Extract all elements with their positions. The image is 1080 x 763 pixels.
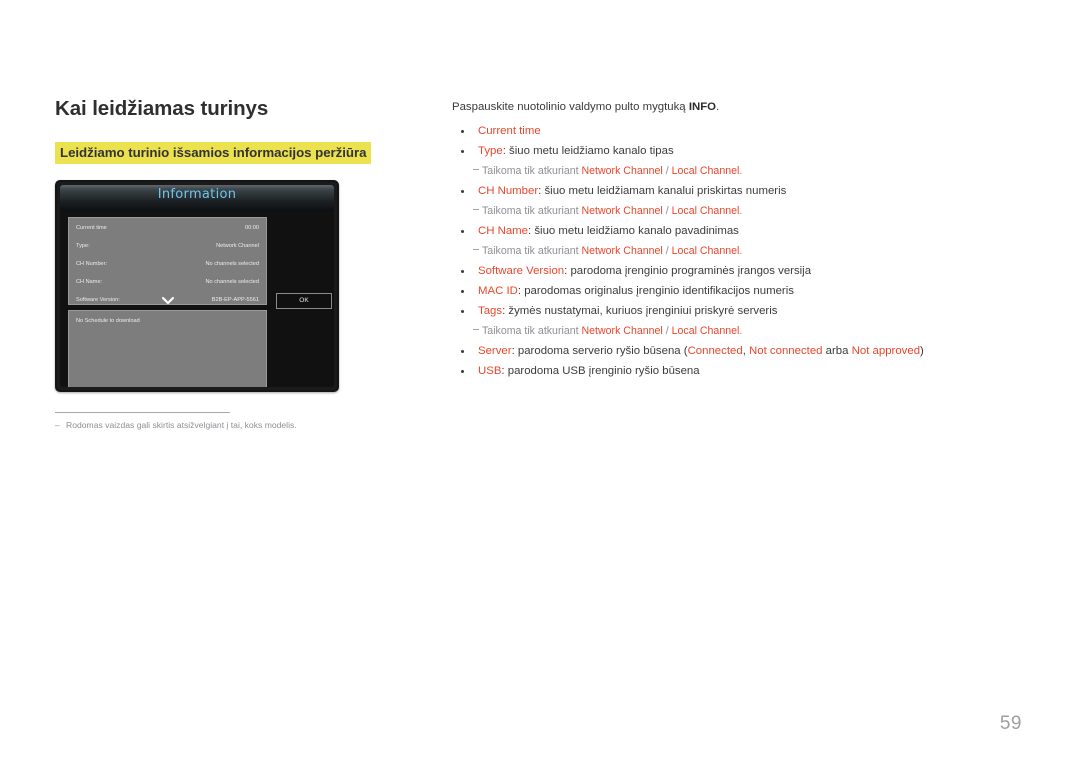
list-item-mac-id: MAC ID: parodomas originalus įrenginio i…: [452, 281, 1012, 301]
list-item-current-time: Current time: [452, 121, 1012, 141]
information-window-titlebar: Information: [60, 185, 334, 213]
note-local-channel: Local Channel: [671, 165, 740, 178]
status-badge-not-approved: Not approved: [851, 345, 921, 358]
schedule-panel: No Schedule to download: [68, 310, 267, 388]
note-applies-to-channels: Taikoma tik atkuriant Network Channel / …: [452, 201, 1012, 221]
item-label: Server: [478, 345, 512, 358]
intro-text-post: .: [716, 101, 720, 113]
info-key-name: INFO: [688, 101, 717, 113]
info-row-label: Software Version:: [76, 297, 120, 304]
right-column: Paspauskite nuotolinio valdymo pulto myg…: [452, 99, 1012, 381]
note-local-channel: Local Channel: [671, 205, 740, 218]
note-separator: /: [662, 325, 672, 338]
list-item-server: Server: parodoma serverio ryšio būsena (…: [452, 341, 1012, 361]
item-label: USB: [478, 365, 502, 378]
item-description: : parodoma įrenginio programinės įrangos…: [564, 265, 812, 278]
info-items-list: Current time Type: šiuo metu leidžiamo k…: [452, 121, 1012, 381]
list-item-type: Type: šiuo metu leidžiamo kanalo tipas: [452, 141, 1012, 161]
footnote-block: – Rodomas vaizdas gali skirtis atsižvelgi…: [55, 412, 335, 432]
section-subtitle: Leidžiamo turinio išsamios informacijos …: [55, 141, 372, 165]
footnote-text: – Rodomas vaizdas gali skirtis atsižvelgi…: [55, 420, 335, 432]
footnote-dash: –: [55, 420, 60, 431]
list-item-ch-name: CH Name: šiuo metu leidžiamo kanalo pava…: [452, 221, 1012, 241]
note-network-channel: Network Channel: [581, 325, 663, 338]
item-description: : parodoma USB įrenginio ryšio būsena: [501, 365, 700, 378]
note-prefix: Taikoma tik atkuriant: [482, 205, 582, 218]
item-description: : šiuo metu leidžiamo kanalo pavadinimas: [528, 225, 739, 238]
note-prefix: Taikoma tik atkuriant: [482, 245, 582, 258]
section-subtitle-wrapper: Leidžiamo turinio išsamios informacijos …: [55, 141, 425, 165]
info-row: CH Name: No channels selected: [76, 274, 259, 290]
note-local-channel: Local Channel: [671, 325, 740, 338]
tv-screen-illustration: Information Current time 00:00 Type: Net…: [55, 180, 339, 393]
note-period: .: [739, 165, 743, 178]
schedule-status-text: No Schedule to download: [76, 318, 140, 325]
list-item-usb: USB: parodoma USB įrenginio ryšio būsena: [452, 361, 1012, 381]
information-window-body: Current time 00:00 Type: Network Channel…: [60, 211, 334, 388]
item-label: CH Name: [478, 225, 529, 238]
note-network-channel: Network Channel: [581, 245, 663, 258]
list-item-ch-number: CH Number: šiuo metu leidžiamam kanalui …: [452, 181, 1012, 201]
item-description: : šiuo metu leidžiamo kanalo tipas: [502, 145, 674, 158]
note-prefix: Taikoma tik atkuriant: [482, 325, 582, 338]
status-badge-not-connected: Not connected: [749, 345, 823, 358]
info-row-value: B2B-EP-APP-5561: [211, 297, 259, 304]
info-row-label: CH Name:: [76, 279, 103, 286]
info-row-value: No channels selected: [205, 261, 260, 268]
list-item-tags: Tags: žymės nustatymai, kuriuos įrengini…: [452, 301, 1012, 321]
note-applies-to-channels: Taikoma tik atkuriant Network Channel / …: [452, 321, 1012, 341]
note-separator: /: [662, 205, 672, 218]
info-row: CH Number: No channels selected: [76, 256, 259, 272]
list-item-software-version: Software Version: parodoma įrenginio pro…: [452, 261, 1012, 281]
left-column: Kai leidžiamas turinys Leidžiamo turinio…: [55, 96, 425, 432]
note-separator: /: [662, 165, 672, 178]
info-row: Type: Network Channel: [76, 238, 259, 254]
item-description-post: ): [920, 345, 924, 358]
item-description: : šiuo metu leidžiamam kanalui priskirta…: [538, 185, 787, 198]
information-detail-panel: Current time 00:00 Type: Network Channel…: [68, 217, 267, 306]
info-row: Current time 00:00: [76, 220, 259, 236]
note-network-channel: Network Channel: [581, 165, 663, 178]
item-description: : žymės nustatymai, kuriuos įrenginiui p…: [502, 305, 778, 318]
info-row-value: Network Channel: [216, 243, 259, 250]
intro-text-pre: Paspauskite nuotolinio valdymo pulto myg…: [452, 101, 689, 113]
footnote-divider: [55, 412, 230, 414]
item-description-pre: : parodoma serverio ryšio būsena (: [511, 345, 688, 358]
note-prefix: Taikoma tik atkuriant: [482, 165, 582, 178]
item-label: CH Number: [478, 185, 539, 198]
note-local-channel: Local Channel: [671, 245, 740, 258]
status-separator-2: arba: [822, 345, 852, 358]
intro-paragraph: Paspauskite nuotolinio valdymo pulto myg…: [452, 99, 1012, 116]
note-period: .: [739, 205, 743, 218]
item-description: : parodomas originalus įrenginio identif…: [517, 285, 794, 298]
chevron-down-icon: [161, 296, 175, 306]
ok-button[interactable]: OK: [276, 293, 332, 310]
information-window-title: Information: [157, 187, 237, 203]
info-row-value: No channels selected: [205, 279, 260, 286]
page-title: Kai leidžiamas turinys: [55, 97, 269, 120]
note-applies-to-channels: Taikoma tik atkuriant Network Channel / …: [452, 241, 1012, 261]
item-label: Software Version: [478, 265, 565, 278]
info-row-label: CH Number:: [76, 261, 108, 268]
note-period: .: [739, 245, 743, 258]
tv-screen-inner: Information Current time 00:00 Type: Net…: [60, 185, 334, 388]
footnote-body: Rodomas vaizdas gali skirtis atsižvelgia…: [66, 420, 297, 431]
manual-page: Kai leidžiamas turinys Leidžiamo turinio…: [0, 0, 1080, 763]
status-badge-connected: Connected: [687, 345, 743, 358]
note-applies-to-channels: Taikoma tik atkuriant Network Channel / …: [452, 161, 1012, 181]
item-label: Type: [478, 145, 503, 158]
note-network-channel: Network Channel: [581, 205, 663, 218]
note-period: .: [739, 325, 743, 338]
item-label: Tags: [478, 305, 503, 318]
note-separator: /: [662, 245, 672, 258]
info-row-value: 00:00: [245, 225, 259, 232]
info-row-label: Current time: [76, 225, 107, 232]
info-row-label: Type:: [76, 243, 90, 250]
page-number: 59: [999, 713, 1022, 734]
item-label: Current time: [478, 125, 541, 138]
item-label: MAC ID: [478, 285, 518, 298]
